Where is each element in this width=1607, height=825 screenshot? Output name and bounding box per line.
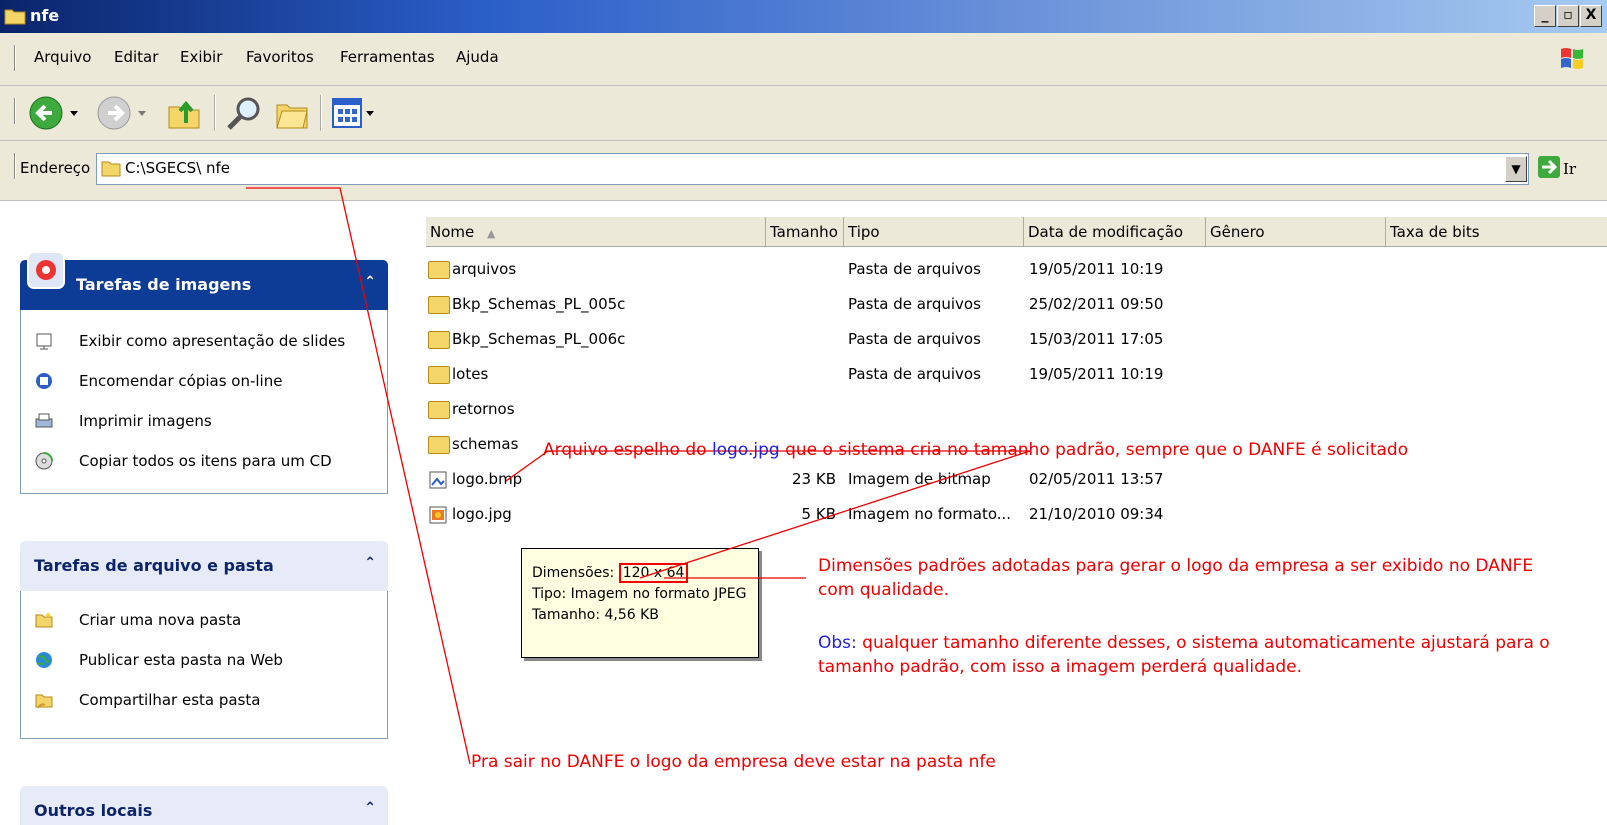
address-pointer-line	[246, 187, 471, 765]
dimension-note-line2: com qualidade.	[818, 580, 950, 600]
obs-note-line2: tamanho padrão, com isso a imagem perder…	[818, 657, 1303, 677]
mirror-file-note: Arquivo espelho do logo.jpg que o sistem…	[543, 440, 1409, 460]
obs-note-line1: Obs: qualquer tamanho diferente desses, …	[818, 633, 1550, 653]
folder-location-note: Pra sair no DANFE o logo da empresa deve…	[471, 752, 996, 772]
dimension-note-line1: Dimensões padrões adotadas para gerar o …	[818, 556, 1534, 576]
annotation-lines	[246, 187, 1031, 765]
